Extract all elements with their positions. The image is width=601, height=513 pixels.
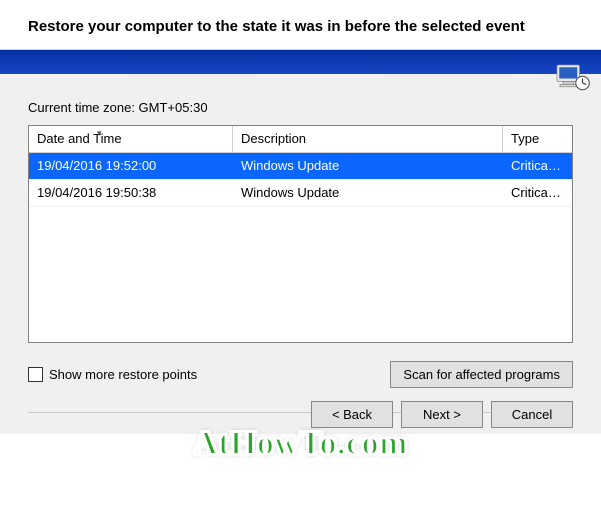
header-divider-band xyxy=(0,50,601,74)
cell-description: Windows Update xyxy=(233,180,503,206)
column-header-description[interactable]: Description xyxy=(233,126,503,152)
timezone-label: Current time zone: GMT+05:30 xyxy=(28,100,573,115)
cell-date: 19/04/2016 19:50:38 xyxy=(29,180,233,206)
checkbox-box-icon xyxy=(28,367,43,382)
column-header-type[interactable]: Type xyxy=(503,126,572,152)
wizard-nav-buttons: < Back Next > Cancel xyxy=(311,401,573,428)
column-header-date-label: Date and Time xyxy=(37,131,122,146)
dialog-title: Restore your computer to the state it wa… xyxy=(28,18,573,35)
next-button[interactable]: Next > xyxy=(401,401,483,428)
table-row[interactable]: 19/04/2016 19:50:38Windows UpdateCritica… xyxy=(29,180,572,207)
column-header-type-label: Type xyxy=(511,131,539,146)
dialog-header: Restore your computer to the state it wa… xyxy=(0,0,601,50)
scan-affected-programs-button[interactable]: Scan for affected programs xyxy=(390,361,573,388)
sort-descending-icon: ▾ xyxy=(97,128,102,139)
checkbox-label: Show more restore points xyxy=(49,367,197,382)
dialog-body: Current time zone: GMT+05:30 Date and Ti… xyxy=(0,74,601,434)
cell-type: Critical Update xyxy=(503,180,572,206)
cancel-button[interactable]: Cancel xyxy=(491,401,573,428)
table-body: 19/04/2016 19:52:00Windows UpdateCritica… xyxy=(29,153,572,342)
cell-description: Windows Update xyxy=(233,153,503,179)
cell-type: Critical Update xyxy=(503,153,572,179)
table-row[interactable]: 19/04/2016 19:52:00Windows UpdateCritica… xyxy=(29,153,572,180)
bottom-controls: Show more restore points Scan for affect… xyxy=(28,361,573,388)
restore-points-table[interactable]: Date and Time ▾ Description Type 19/04/2… xyxy=(28,125,573,343)
column-header-date[interactable]: Date and Time ▾ xyxy=(29,126,233,152)
table-header-row: Date and Time ▾ Description Type xyxy=(29,126,572,153)
computer-clock-icon xyxy=(553,62,591,92)
cell-date: 19/04/2016 19:52:00 xyxy=(29,153,233,179)
show-more-restore-points-checkbox[interactable]: Show more restore points xyxy=(28,367,197,382)
back-button[interactable]: < Back xyxy=(311,401,393,428)
column-header-desc-label: Description xyxy=(241,131,306,146)
